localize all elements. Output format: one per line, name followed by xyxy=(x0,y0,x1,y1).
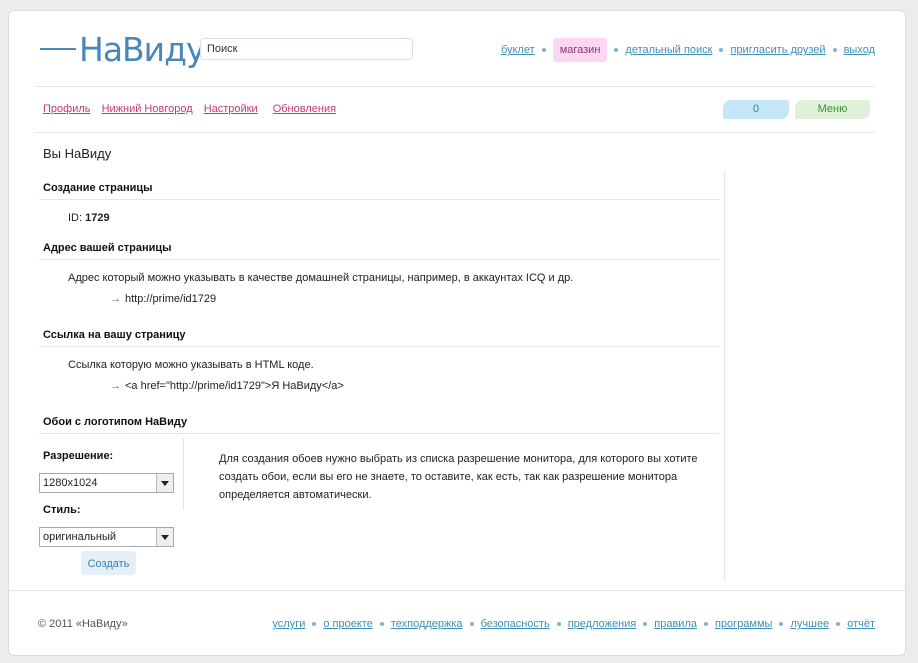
section-divider xyxy=(39,346,719,347)
address-row: → http://prime/id1729 xyxy=(110,293,216,305)
wallpaper-column-divider xyxy=(183,438,184,510)
nav-separator xyxy=(719,48,724,52)
subnav-city[interactable]: Нижний Новгород xyxy=(102,103,193,115)
section-title-create: Создание страницы xyxy=(43,182,153,194)
resolution-label: Разрешение: xyxy=(43,450,114,462)
section-title-address: Адрес вашей страницы xyxy=(43,242,172,254)
arrow-right-icon: → xyxy=(110,380,121,392)
main-content: Создание страницы ID: 1729 Адрес вашей с… xyxy=(35,172,725,580)
address-value[interactable]: http://prime/id1729 xyxy=(125,293,216,305)
footer-link-programs[interactable]: программы xyxy=(715,618,772,630)
nav-detailed-search[interactable]: детальный поиск xyxy=(625,44,712,56)
wallpaper-description: Для создания обоев нужно выбрать из спис… xyxy=(219,453,698,501)
footer-link-rules[interactable]: правила xyxy=(654,618,697,630)
nav-separator xyxy=(836,622,841,626)
page-title: Вы НаВиду xyxy=(43,146,112,161)
header-divider xyxy=(36,86,875,87)
nav-separator xyxy=(779,622,784,626)
subnav-profile[interactable]: Профиль xyxy=(43,103,91,115)
chevron-down-icon[interactable] xyxy=(156,528,173,546)
resolution-value: 1280x1024 xyxy=(43,477,98,489)
nav-booklet[interactable]: буклет xyxy=(501,44,535,56)
subnav-updates[interactable]: Обновления xyxy=(273,103,336,115)
nav-logout[interactable]: выход xyxy=(844,44,875,56)
nav-separator xyxy=(614,48,619,52)
style-select[interactable]: оригинальный xyxy=(39,527,174,547)
nav-separator xyxy=(469,622,474,626)
subnav-divider xyxy=(36,132,875,133)
footer-nav: услуги о проекте техподдержка безопаснос… xyxy=(272,618,875,630)
arrow-right-icon: → xyxy=(110,293,121,305)
copyright: © 2011 «НаВиду» xyxy=(38,618,128,630)
page-id-value: 1729 xyxy=(85,212,110,224)
footer-divider xyxy=(9,590,905,591)
link-row: → <a href="http://prime/id1729">Я НаВиду<… xyxy=(110,380,344,392)
nav-separator xyxy=(379,622,384,626)
link-code-value[interactable]: <a href="http://prime/id1729">Я НаВиду</… xyxy=(125,380,344,392)
nav-separator xyxy=(312,622,317,626)
notification-count-badge[interactable]: 0 xyxy=(723,100,789,119)
chevron-down-icon[interactable] xyxy=(156,474,173,492)
nav-separator xyxy=(556,622,561,626)
nav-separator xyxy=(832,48,837,52)
sub-nav: Профиль Нижний Новгород Настройки Обновл… xyxy=(43,103,344,115)
page-id-row: ID: 1729 xyxy=(68,212,110,224)
section-divider xyxy=(39,433,719,434)
section-title-wallpaper: Обои с логотипом НаВиду xyxy=(43,416,188,428)
nav-separator xyxy=(541,48,546,52)
menu-button[interactable]: Меню xyxy=(795,100,870,119)
logo-text: НаВиду xyxy=(79,30,205,69)
footer-link-report[interactable]: отчёт xyxy=(847,618,875,630)
section-divider xyxy=(39,259,719,260)
footer-link-support[interactable]: техподдержка xyxy=(391,618,463,630)
nav-shop[interactable]: магазин xyxy=(552,38,608,62)
section-divider xyxy=(39,199,719,200)
nav-separator xyxy=(703,622,708,626)
nav-separator xyxy=(643,622,648,626)
logo-dash xyxy=(40,48,76,50)
search-input[interactable] xyxy=(200,38,413,60)
link-description: Ссылка которую можно указывать в HTML ко… xyxy=(68,359,314,371)
style-label: Стиль: xyxy=(43,504,81,516)
footer-link-services[interactable]: услуги xyxy=(272,618,305,630)
style-value: оригинальный xyxy=(43,531,117,543)
top-nav: буклет магазин детальный поиск пригласит… xyxy=(501,38,875,62)
footer-link-security[interactable]: безопасность xyxy=(481,618,550,630)
page-id-label: ID: xyxy=(68,212,83,224)
footer-link-offers[interactable]: предложения xyxy=(568,618,637,630)
footer-link-best[interactable]: лучшее xyxy=(790,618,829,630)
section-title-link: Ссылка на вашу страницу xyxy=(43,329,186,341)
create-wallpaper-button[interactable]: Создать xyxy=(81,551,136,575)
footer-link-about[interactable]: о проекте xyxy=(323,618,372,630)
subnav-settings[interactable]: Настройки xyxy=(204,103,258,115)
nav-invite-friends[interactable]: пригласить друзей xyxy=(730,44,825,56)
resolution-select[interactable]: 1280x1024 xyxy=(39,473,174,493)
address-description: Адрес который можно указывать в качестве… xyxy=(68,272,574,284)
